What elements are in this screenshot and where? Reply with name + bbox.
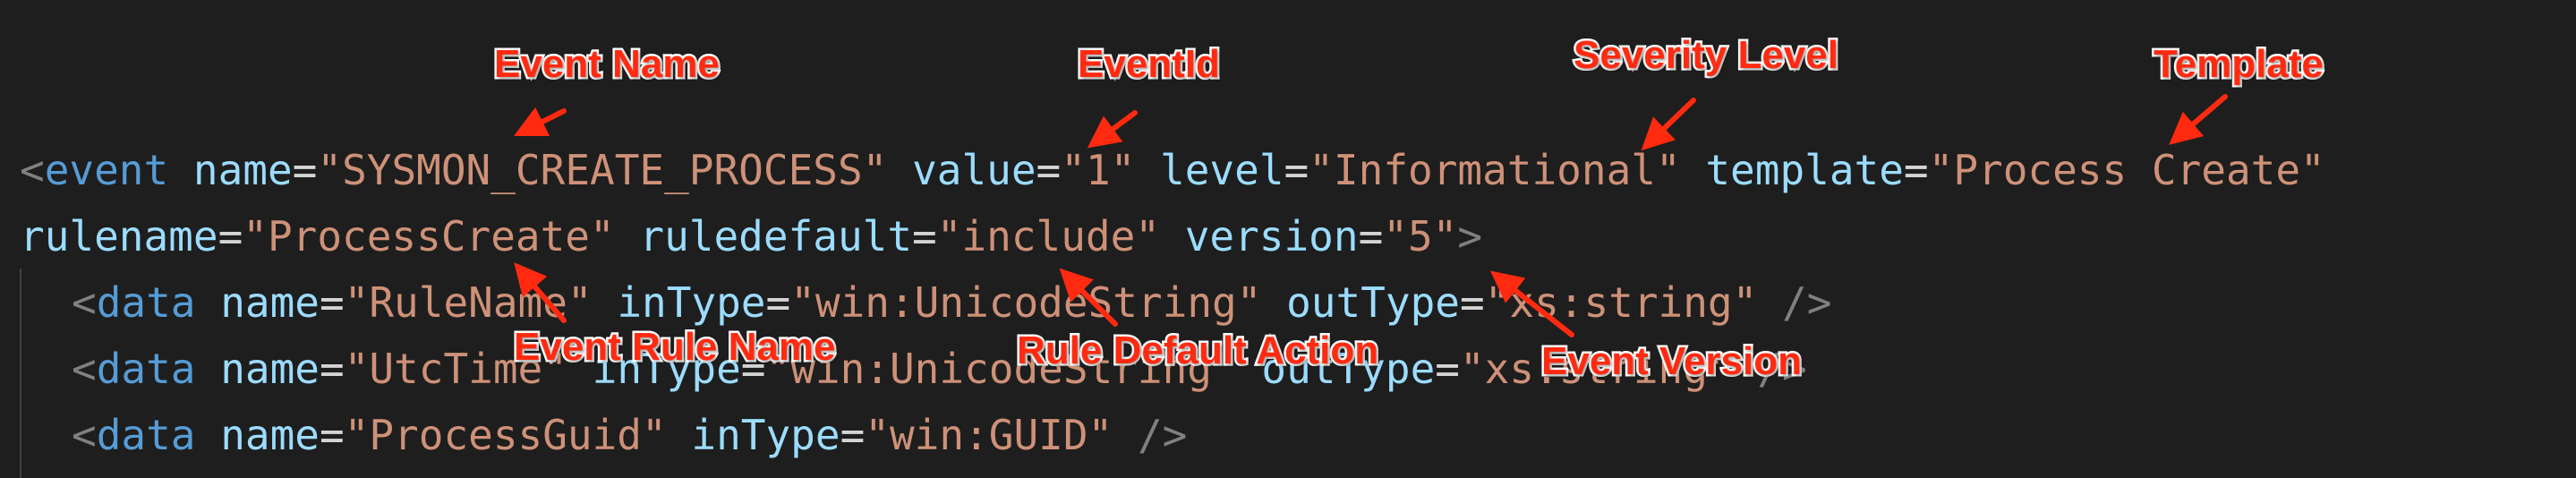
arrow-template (2169, 94, 2228, 145)
annotation-severity-level: Severity Level (1572, 33, 1841, 77)
arrow-event-rule-name (514, 262, 567, 323)
annotation-event-rule-name: Event Rule Name (511, 325, 837, 369)
arrow-event-version (1489, 270, 1574, 337)
arrow-event-name (513, 107, 567, 137)
annotation-template: Template (2152, 42, 2326, 86)
annotation-event-id: EventId (1076, 42, 1223, 86)
code-editor[interactable]: <event name="SYSMON_CREATE_PROCESS" valu… (0, 0, 2576, 478)
annotation-event-version: Event Version (1539, 339, 1804, 383)
arrow-severity-level (1641, 98, 1696, 151)
annotation-event-name: Event Name (492, 42, 722, 86)
annotation-rule-default-action: Rule Default Action (1014, 329, 1380, 372)
arrow-event-id (1087, 110, 1138, 149)
arrow-rule-default-action (1059, 268, 1118, 327)
